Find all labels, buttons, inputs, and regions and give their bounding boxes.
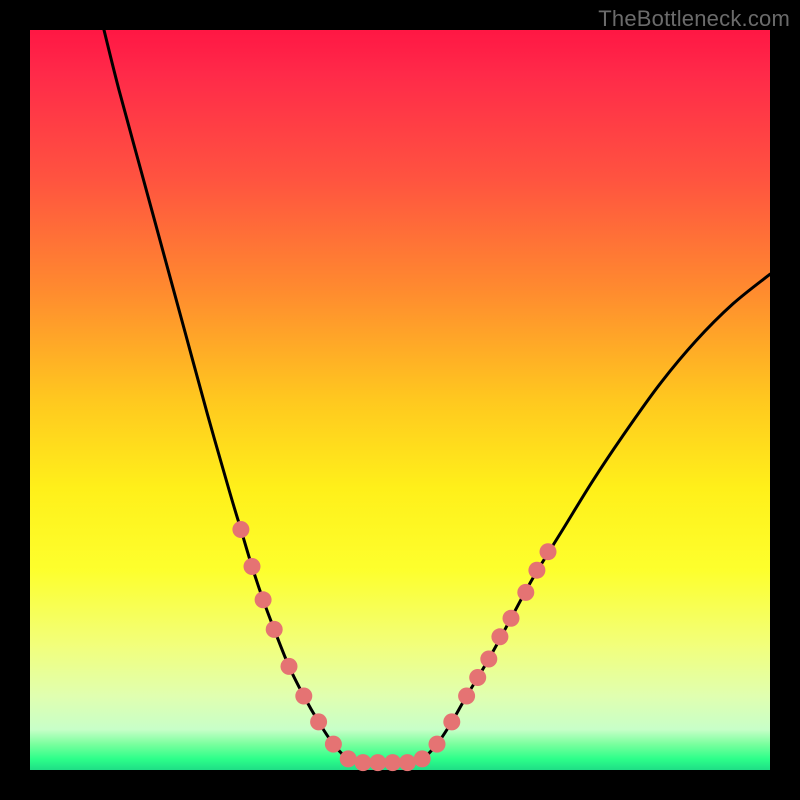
data-dot xyxy=(355,754,372,771)
data-dot xyxy=(232,521,249,538)
data-dot xyxy=(340,750,357,767)
chart-svg xyxy=(30,30,770,770)
data-dot xyxy=(469,669,486,686)
data-dot xyxy=(429,736,446,753)
data-dot xyxy=(517,584,534,601)
data-dot xyxy=(491,628,508,645)
plot-area xyxy=(30,30,770,770)
data-dot xyxy=(255,591,272,608)
data-dot xyxy=(369,754,386,771)
data-dot xyxy=(310,713,327,730)
bottleneck-curve xyxy=(104,30,770,763)
data-dot xyxy=(528,562,545,579)
data-dot xyxy=(480,651,497,668)
data-dot xyxy=(266,621,283,638)
data-dot xyxy=(325,736,342,753)
watermark-text: TheBottleneck.com xyxy=(598,6,790,32)
data-dot xyxy=(384,754,401,771)
data-dot xyxy=(399,754,416,771)
data-dot xyxy=(443,713,460,730)
data-dot xyxy=(244,558,261,575)
data-dot xyxy=(540,543,557,560)
data-dot xyxy=(281,658,298,675)
data-dot xyxy=(458,688,475,705)
data-dot xyxy=(414,750,431,767)
data-dot xyxy=(295,688,312,705)
data-dot xyxy=(503,610,520,627)
